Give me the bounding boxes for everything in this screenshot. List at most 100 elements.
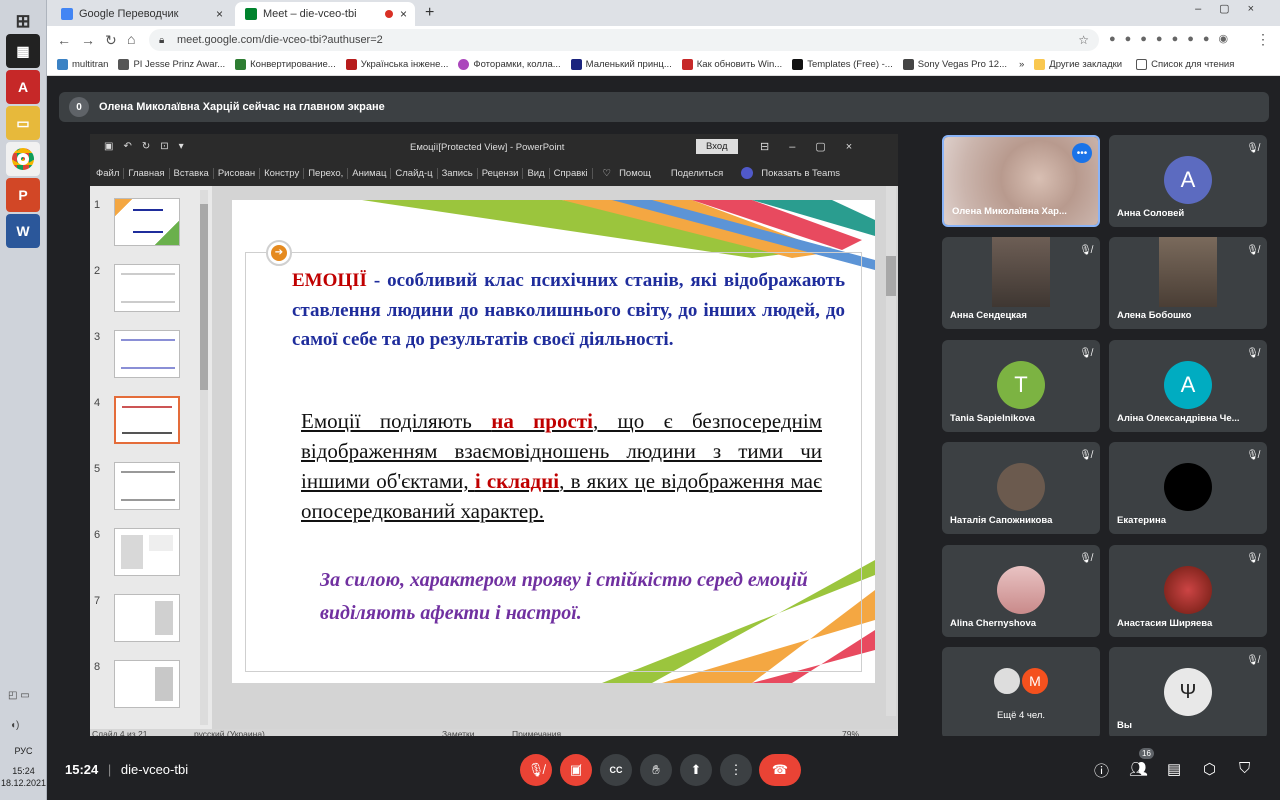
slide-thumbnail-4[interactable] [114, 396, 180, 444]
more-bookmarks-button[interactable]: » [1019, 59, 1024, 70]
mic-toggle-button[interactable]: 🎙︎̸ [520, 754, 552, 786]
bookmark-jesse-prinz[interactable]: PI Jesse Prinz Awar... [118, 59, 225, 70]
tab-google-translate[interactable]: Google Переводчик × [51, 2, 231, 26]
ppt-share-button[interactable]: Поделиться [671, 168, 723, 179]
slide-thumbnail-7[interactable] [114, 594, 180, 642]
ppt-login-button[interactable]: Вход [696, 139, 738, 154]
ribbon-tab[interactable]: Слайд-ц [391, 167, 438, 179]
folder-icon [1034, 59, 1046, 70]
participant-tile[interactable]: 🎙︎̸ Alina Chernyshova [942, 545, 1100, 637]
window-controls[interactable]: –▢× [1195, 2, 1272, 15]
captions-button[interactable]: CC [600, 754, 632, 786]
bookmark-ukr-eng[interactable]: Українська інжене... [345, 59, 448, 70]
other-bookmarks[interactable]: Другие закладки [1034, 59, 1122, 70]
thumb-number: 8 [94, 661, 101, 673]
ribbon-tab[interactable]: Анимац [348, 167, 392, 179]
ribbon-tab[interactable]: Рецензи [478, 167, 524, 179]
participant-tile[interactable]: 🎙︎̸ Анастасия Ширяева [1109, 545, 1267, 637]
slide-thumbnail-1[interactable] [114, 198, 180, 246]
reading-list-icon [1136, 59, 1148, 70]
film-app-icon[interactable]: ▦ [6, 34, 40, 68]
bookmark-sony-vegas[interactable]: Sony Vegas Pro 12... [902, 59, 1007, 70]
file-explorer-icon[interactable]: ▭ [6, 106, 40, 140]
participant-tile[interactable]: 🎙︎̸ Алена Бобошко [1109, 237, 1267, 329]
slide-thumbnail-6[interactable] [114, 528, 180, 576]
close-tab-icon[interactable]: × [400, 7, 407, 21]
slide-thumbnail-8[interactable] [114, 660, 180, 708]
participant-tile[interactable]: 🎙︎̸ Екатерина [1109, 442, 1267, 534]
ribbon-tab[interactable]: Вид [523, 167, 550, 179]
participant-tile-self[interactable]: 🎙︎̸ Ψ Вы [1109, 647, 1267, 739]
ppt-window-controls[interactable]: ⊟–▢× [760, 140, 872, 153]
ribbon-tab[interactable]: Вставка [170, 167, 214, 179]
ribbon-tab[interactable]: Файл [90, 167, 125, 179]
home-icon[interactable]: ⌂ [127, 31, 135, 47]
address-bar[interactable]: 🔒︎ meet.google.com/die-vceo-tbi?authuser… [149, 29, 1099, 51]
ribbon-tab[interactable]: Констру [260, 167, 305, 179]
chat-icon[interactable]: ▤ [1167, 760, 1181, 778]
slide-scrollbar[interactable] [886, 186, 896, 716]
ribbon-tab[interactable]: Справкі [550, 167, 593, 179]
ribbon-tab[interactable]: Главная [124, 167, 170, 179]
info-icon[interactable]: ⓘ [1094, 760, 1109, 781]
more-options-icon[interactable]: ••• [1072, 143, 1092, 163]
tab-meet[interactable]: Meet – die-vceo-tbi × [235, 2, 415, 26]
ppt-quick-access-icons[interactable]: ▣↶↻⊡▾ [104, 141, 194, 152]
people-icon[interactable]: 👥︎ [1129, 760, 1148, 778]
word-icon[interactable]: W [6, 214, 40, 248]
participant-tile[interactable]: 🎙︎̸ Наталія Сапожникова [942, 442, 1100, 534]
language-indicator[interactable]: РУС [0, 746, 47, 756]
participant-tile[interactable]: 🎙︎̸ Анна Сендецкая [942, 237, 1100, 329]
slide-thumbnail-5[interactable] [114, 462, 180, 510]
slide-thumbnail-3[interactable] [114, 330, 180, 378]
extension-icons[interactable]: ●●●●●●●◉ [1109, 32, 1237, 45]
bookmark-update-windows[interactable]: Как обновить Win... [681, 59, 782, 70]
chrome-icon[interactable] [6, 142, 40, 176]
emotions-term: ЕМОЦІЇ [292, 270, 367, 291]
close-tab-icon[interactable]: × [216, 7, 223, 21]
bookmark-templates[interactable]: Templates (Free) -... [792, 59, 893, 70]
ribbon-tab[interactable]: Рисован [214, 167, 261, 179]
camera-toggle-button[interactable]: ▣̸ [560, 754, 592, 786]
volume-icon[interactable]: ◖) [10, 720, 19, 731]
slide-thumbnails[interactable]: 1 2 3 4 5 6 7 8 [90, 186, 212, 729]
acrobat-icon[interactable]: A [6, 70, 40, 104]
taskbar-clock[interactable]: 15:24 18.12.2021 [0, 765, 47, 789]
bookmark-photoframes[interactable]: Фоторамки, колла... [458, 59, 561, 70]
activities-icon[interactable]: ⬡ [1203, 760, 1216, 778]
forward-icon[interactable]: → [81, 32, 95, 48]
host-controls-icon[interactable]: ⛉ [1239, 760, 1250, 777]
bookmark-multitran[interactable]: multitran [57, 59, 108, 70]
participant-photo [1164, 463, 1212, 511]
windows-start-icon[interactable]: ⊞ [6, 4, 40, 38]
ribbon-help[interactable]: Помощ [619, 168, 651, 179]
ppt-teams-button[interactable]: Показать в Teams [761, 168, 840, 179]
participant-tile-more[interactable]: M Ещё 4 чел. [942, 647, 1100, 739]
new-tab-icon[interactable]: + [425, 4, 434, 22]
participant-tile[interactable]: 🎙︎̸ T Tania Sapielnikova [942, 340, 1100, 432]
reload-icon[interactable]: ↻ [105, 32, 117, 49]
ribbon-tab[interactable]: Запись [438, 167, 478, 179]
participant-tile-presenter[interactable]: ••• Олена Миколаївна Хар... [942, 135, 1100, 227]
powerpoint-icon[interactable]: P [6, 178, 40, 212]
reading-list[interactable]: Список для чтения [1136, 59, 1234, 70]
present-button[interactable]: ⬆ [680, 754, 712, 786]
ribbon-tab[interactable]: Перехо, [304, 167, 349, 179]
menu-dots-icon[interactable]: ⋮ [1256, 31, 1270, 48]
bookmark-convert[interactable]: Конвертирование... [235, 59, 336, 70]
meeting-code[interactable]: die-vceo-tbi [121, 762, 188, 777]
bookmark-star-icon[interactable]: ☆ [1078, 33, 1089, 47]
shared-screen-powerpoint[interactable]: ▣↶↻⊡▾ Емоції[Protected View] - PowerPoin… [90, 134, 898, 740]
participant-tile[interactable]: 🎙︎̸ A Анна Соловей [1109, 135, 1267, 227]
participant-photo [997, 463, 1045, 511]
thumbnail-scrollbar[interactable] [200, 190, 208, 725]
raise-hand-button[interactable]: ✋︎ [640, 754, 672, 786]
back-icon[interactable]: ← [57, 32, 71, 48]
more-options-button[interactable]: ⋮ [720, 754, 752, 786]
leave-call-button[interactable]: ☎︎ [759, 754, 801, 786]
mic-off-icon: 🎙︎̸ [1079, 450, 1092, 461]
participant-tile[interactable]: 🎙︎̸ A Аліна Олександрівна Че... [1109, 340, 1267, 432]
current-slide[interactable]: ➔ ЕМОЦІЇ - особливий клас психічних стан… [232, 200, 875, 683]
slide-thumbnail-2[interactable] [114, 264, 180, 312]
bookmark-little-prince[interactable]: Маленький принц... [570, 59, 672, 70]
